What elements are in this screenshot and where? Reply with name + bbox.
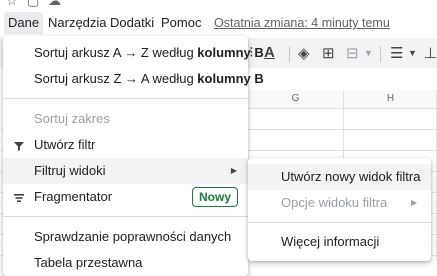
sort-range-item[interactable]: Sortuj zakres: [3, 106, 248, 132]
menu-bar: Dane Narzędzia Dodatki Pomoc Ostatnia zm…: [0, 12, 437, 36]
create-filter-item[interactable]: Utwórz filtr: [3, 132, 248, 158]
valign-icon[interactable]: ⊥: [424, 44, 437, 62]
last-edit-link[interactable]: Ostatnia zmiana: 4 minuty temu: [214, 12, 390, 34]
column-header-g[interactable]: G: [248, 90, 343, 109]
toolbar-separator: [380, 46, 381, 62]
create-filter-view-label: Utwórz nowy widok filtra: [281, 169, 421, 184]
toolbar-separator: [289, 46, 290, 62]
star-icon[interactable]: ☆: [6, 0, 18, 9]
menu-dodatki[interactable]: Dodatki: [106, 12, 158, 34]
menu-separator: [3, 98, 248, 99]
menu-separator: [248, 222, 431, 223]
text-color-icon[interactable]: A: [264, 44, 275, 61]
menu-separator: [3, 216, 248, 217]
sort-az-column: kolumny B: [197, 45, 264, 60]
filter-icon: [13, 132, 25, 158]
new-badge: Nowy: [191, 187, 238, 207]
fill-color-icon[interactable]: ◈: [298, 44, 310, 62]
filter-views-item[interactable]: Filtruj widoki ▶: [3, 158, 248, 184]
align-icon[interactable]: ☰: [390, 44, 403, 62]
more-info-item[interactable]: Więcej informacji: [248, 229, 431, 255]
filter-views-submenu: Utwórz nowy widok filtra Opcje widoku fi…: [248, 158, 431, 261]
sort-sheet-za-item[interactable]: Sortuj arkusz Z → A według kolumny B: [3, 66, 264, 92]
filter-view-options-item[interactable]: Opcje widoku filtra ▶: [248, 190, 431, 216]
sort-az-label: Sortuj arkusz A → Z według: [34, 45, 198, 60]
submenu-arrow-icon: ▶: [230, 166, 237, 175]
menu-dane[interactable]: Dane: [4, 12, 44, 34]
merge-cells-icon[interactable]: ⊟: [346, 44, 359, 62]
dane-menu: Sortuj arkusz A → Z według kolumny B Sor…: [3, 36, 264, 276]
sort-range-label: Sortuj zakres: [34, 111, 110, 126]
chevron-down-icon: ▼: [364, 48, 373, 58]
column-header-h[interactable]: H: [344, 90, 437, 109]
slicer-icon: [13, 184, 25, 210]
pivot-table-label: Tabela przestawna: [34, 255, 143, 270]
slicer-item[interactable]: Fragmentator Nowy: [3, 184, 248, 210]
chevron-down-icon: ▼: [408, 48, 417, 58]
menu-narzedzia[interactable]: Narzędzia: [44, 12, 111, 34]
sort-sheet-az-item[interactable]: Sortuj arkusz A → Z według kolumny B: [3, 40, 264, 66]
menu-pomoc[interactable]: Pomoc: [157, 12, 205, 34]
slicer-label: Fragmentator: [34, 189, 113, 204]
submenu-arrow-icon: ▶: [410, 198, 417, 207]
borders-icon[interactable]: ⊞: [322, 44, 335, 62]
sort-za-column: kolumny B: [197, 71, 264, 86]
more-info-label: Więcej informacji: [281, 234, 380, 249]
cloud-icon[interactable]: ☁: [48, 0, 61, 9]
create-filter-label: Utwórz filtr: [34, 137, 96, 152]
top-icons: ☆ ▢ ☁: [0, 0, 100, 10]
filter-views-label: Filtruj widoki: [34, 163, 106, 178]
data-validation-item[interactable]: Sprawdzanie poprawności danych: [3, 224, 248, 250]
move-icon[interactable]: ▢: [27, 0, 39, 9]
filter-view-options-label: Opcje widoku filtra: [281, 195, 388, 210]
create-filter-view-item[interactable]: Utwórz nowy widok filtra: [248, 164, 431, 190]
pivot-table-item[interactable]: Tabela przestawna: [3, 250, 248, 276]
data-validation-label: Sprawdzanie poprawności danych: [34, 229, 232, 244]
sort-za-label: Sortuj arkusz Z → A według: [34, 71, 198, 86]
